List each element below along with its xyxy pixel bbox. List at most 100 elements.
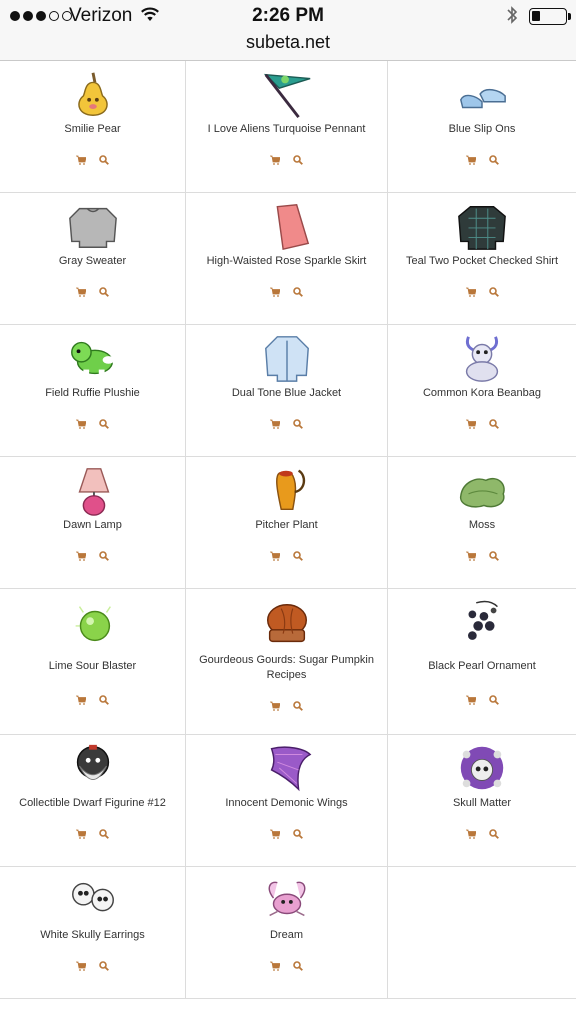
item-name: Moss (468, 519, 496, 531)
book-icon[interactable] (259, 597, 315, 651)
item-card[interactable]: Lime Sour Blaster (0, 589, 186, 734)
item-card[interactable]: White Skully Earrings (0, 867, 186, 998)
pennant-icon[interactable] (259, 67, 315, 121)
cart-icon[interactable] (76, 826, 86, 844)
bluetooth-icon (507, 6, 518, 24)
search-icon[interactable] (488, 826, 499, 844)
cart-icon[interactable] (270, 416, 280, 434)
search-icon[interactable] (99, 416, 109, 434)
search-icon[interactable] (488, 284, 499, 302)
battery-icon (529, 8, 567, 25)
address-bar-url[interactable]: subeta.net (0, 32, 576, 53)
cart-icon[interactable] (270, 284, 280, 302)
item-actions (186, 698, 387, 716)
search-icon[interactable] (293, 152, 303, 170)
moss-icon[interactable] (454, 463, 510, 517)
cart-icon[interactable] (270, 152, 280, 170)
item-card[interactable]: Moss (388, 457, 576, 588)
item-name: Lime Sour Blaster (48, 660, 137, 672)
item-row: Dawn Lamp Pitcher Plant Moss (0, 457, 576, 589)
item-card[interactable]: High-Waisted Rose Sparkle Skirt (186, 193, 388, 324)
item-card[interactable]: Field Ruffie Plushie (0, 325, 186, 456)
item-card[interactable]: Dream (186, 867, 388, 998)
search-icon[interactable] (293, 284, 303, 302)
cart-icon[interactable] (76, 958, 86, 976)
item-name: Smilie Pear (64, 123, 121, 135)
search-icon[interactable] (293, 958, 303, 976)
item-actions (388, 548, 576, 566)
cart-icon[interactable] (270, 826, 280, 844)
item-card[interactable]: Common Kora Beanbag (388, 325, 576, 456)
figurine-icon[interactable] (65, 741, 121, 795)
item-card[interactable]: Gray Sweater (0, 193, 186, 324)
search-icon[interactable] (488, 548, 499, 566)
empty-cell (388, 867, 576, 998)
candy-icon[interactable] (65, 597, 121, 651)
item-name: Teal Two Pocket Checked Shirt (405, 255, 559, 267)
cart-icon[interactable] (465, 284, 476, 302)
cart-icon[interactable] (76, 692, 86, 710)
sweater-icon[interactable] (65, 199, 121, 253)
shirt-icon[interactable] (454, 199, 510, 253)
search-icon[interactable] (99, 958, 109, 976)
item-card[interactable]: Dual Tone Blue Jacket (186, 325, 388, 456)
cart-icon[interactable] (270, 548, 280, 566)
search-icon[interactable] (99, 826, 109, 844)
cart-icon[interactable] (465, 826, 476, 844)
item-card[interactable]: Collectible Dwarf Figurine #12 (0, 735, 186, 866)
earrings-icon[interactable] (65, 873, 121, 927)
cart-icon[interactable] (76, 416, 86, 434)
wings-icon[interactable] (259, 741, 315, 795)
item-card[interactable]: Pitcher Plant (186, 457, 388, 588)
cart-icon[interactable] (465, 416, 476, 434)
item-actions (186, 416, 387, 434)
item-actions (0, 284, 185, 302)
item-name: Pitcher Plant (255, 519, 318, 531)
item-actions (0, 692, 185, 710)
search-icon[interactable] (293, 826, 303, 844)
search-icon[interactable] (488, 416, 499, 434)
search-icon[interactable] (99, 692, 109, 710)
cart-icon[interactable] (76, 548, 86, 566)
item-card[interactable]: Gourdeous Gourds: Sugar Pumpkin Recipes (186, 589, 388, 734)
search-icon[interactable] (293, 698, 303, 716)
item-card[interactable]: Teal Two Pocket Checked Shirt (388, 193, 576, 324)
search-icon[interactable] (99, 284, 109, 302)
search-icon[interactable] (293, 548, 303, 566)
item-row: Collectible Dwarf Figurine #12 Innocent D… (0, 735, 576, 867)
cart-icon[interactable] (270, 698, 280, 716)
search-icon[interactable] (99, 152, 109, 170)
cart-icon[interactable] (465, 548, 476, 566)
item-card[interactable]: Skull Matter (388, 735, 576, 866)
search-icon[interactable] (488, 152, 499, 170)
cart-icon[interactable] (465, 692, 476, 710)
skirt-icon[interactable] (259, 199, 315, 253)
item-card[interactable]: Dawn Lamp (0, 457, 186, 588)
item-card[interactable]: I Love Aliens Turquoise Pennant (186, 61, 388, 192)
item-card[interactable]: Smilie Pear (0, 61, 186, 192)
search-icon[interactable] (488, 692, 499, 710)
cart-icon[interactable] (465, 152, 476, 170)
item-actions (388, 692, 576, 710)
item-row: Field Ruffie Plushie Dual Tone Blue Jacke… (0, 325, 576, 457)
search-icon[interactable] (99, 548, 109, 566)
ornament-icon[interactable] (454, 597, 510, 651)
cart-icon[interactable] (76, 152, 86, 170)
pear-icon[interactable] (65, 67, 121, 121)
jacket-icon[interactable] (259, 331, 315, 385)
search-icon[interactable] (293, 416, 303, 434)
plant-icon[interactable] (259, 463, 315, 517)
beanbag-icon[interactable] (454, 331, 510, 385)
plushie-icon[interactable] (65, 331, 121, 385)
item-actions (186, 548, 387, 566)
item-row: Smilie Pear I Love Aliens Turquoise Penna… (0, 61, 576, 193)
skull-icon[interactable] (454, 741, 510, 795)
item-card[interactable]: Black Pearl Ornament (388, 589, 576, 734)
dream-icon[interactable] (259, 873, 315, 927)
cart-icon[interactable] (270, 958, 280, 976)
shoes-icon[interactable] (454, 67, 510, 121)
lamp-icon[interactable] (65, 463, 121, 517)
item-card[interactable]: Innocent Demonic Wings (186, 735, 388, 866)
item-card[interactable]: Blue Slip Ons (388, 61, 576, 192)
cart-icon[interactable] (76, 284, 86, 302)
